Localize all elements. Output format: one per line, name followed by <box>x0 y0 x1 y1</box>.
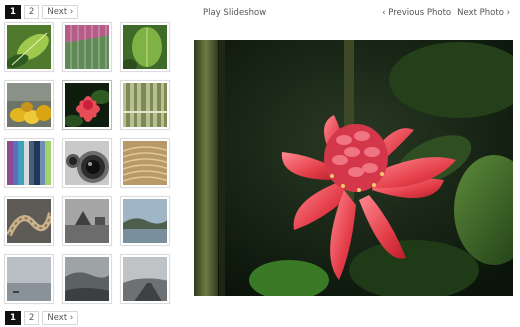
green-leaf-thumbnail-image <box>123 25 167 69</box>
rope-thumbnail-image <box>7 199 51 243</box>
page-2-button[interactable]: 2 <box>23 5 40 19</box>
page-1-button[interactable]: 1 <box>5 5 21 19</box>
next-page-button[interactable]: Next › <box>42 5 79 19</box>
thumbnail-6[interactable] <box>120 80 170 130</box>
thumbnail-10[interactable] <box>4 196 54 246</box>
thumbnail-11[interactable] <box>62 196 112 246</box>
thumbnail-5[interactable] <box>62 80 112 130</box>
next-photo-link[interactable]: Next Photo › <box>457 8 510 18</box>
coast-landscape-thumbnail-image <box>123 199 167 243</box>
thumbnail-1[interactable] <box>4 22 54 72</box>
green-leaves-thumbnail-image <box>7 25 51 69</box>
page-2-button[interactable]: 2 <box>23 311 40 325</box>
misty-coast-thumbnail-image <box>65 257 109 301</box>
camera-lens-thumbnail-image <box>65 141 109 185</box>
harbor-grey-thumbnail-image <box>65 199 109 243</box>
bamboo-thumbnail-image <box>123 83 167 127</box>
thumbnail-7[interactable] <box>4 138 54 188</box>
thumbnail-grid <box>4 22 172 305</box>
road-landscape-thumbnail-image <box>123 257 167 301</box>
red-ginger-flower-photo <box>194 40 513 296</box>
pagination-bottom: 1 2 Next › <box>5 311 79 325</box>
thumbnail-3[interactable] <box>120 22 170 72</box>
red-flower-thumbnail-image <box>65 83 109 127</box>
play-slideshow-link[interactable]: Play Slideshow <box>203 8 266 18</box>
next-page-button[interactable]: Next › <box>42 311 79 325</box>
main-photo <box>194 40 513 296</box>
thumbnail-8[interactable] <box>62 138 112 188</box>
thumbnail-14[interactable] <box>62 254 112 304</box>
thumbnail-12[interactable] <box>120 196 170 246</box>
hazy-sea-thumbnail-image <box>7 257 51 301</box>
thumbnail-2[interactable] <box>62 22 112 72</box>
pagination-top: 1 2 Next › <box>5 5 79 19</box>
previous-photo-link[interactable]: ‹ Previous Photo <box>382 8 451 18</box>
page-1-button[interactable]: 1 <box>5 311 21 325</box>
photo-navigation: ‹ Previous Photo Next Photo › <box>382 8 510 18</box>
thumbnail-13[interactable] <box>4 254 54 304</box>
thumbnail-4[interactable] <box>4 80 54 130</box>
thumbnail-9[interactable] <box>120 138 170 188</box>
pink-rain-leaf-thumbnail-image <box>65 25 109 69</box>
yellow-fruits-thumbnail-image <box>7 83 51 127</box>
wooden-texture-thumbnail-image <box>123 141 167 185</box>
thumbnail-15[interactable] <box>120 254 170 304</box>
colored-stripes-thumbnail-image <box>7 141 51 185</box>
